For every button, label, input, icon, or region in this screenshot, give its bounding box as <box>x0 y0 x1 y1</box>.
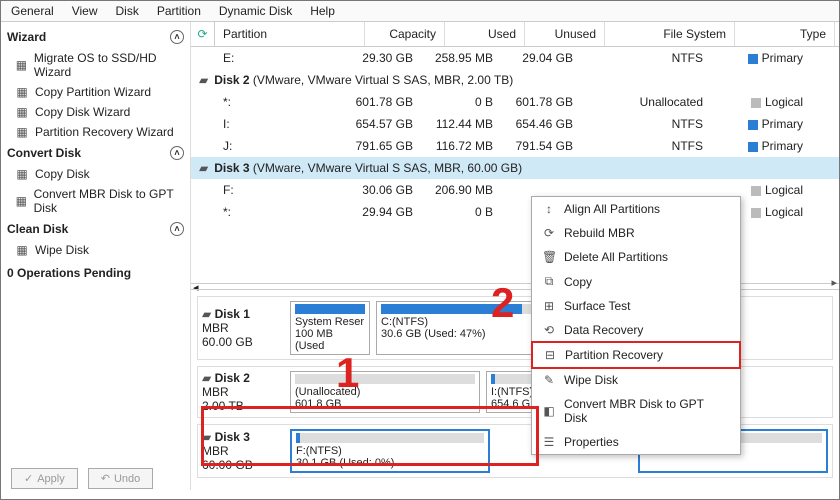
ctx-icon: ⟲ <box>542 323 556 337</box>
col-partition[interactable]: Partition <box>215 22 365 46</box>
partition-box[interactable]: System Reser100 MB (Used <box>290 301 370 355</box>
ctx-surface-test[interactable]: ⊞Surface Test <box>532 294 740 318</box>
type-color-icon <box>751 208 761 218</box>
recovery-icon: ▦ <box>15 125 29 139</box>
ctx-wipe-disk[interactable]: ✎Wipe Disk <box>532 368 740 392</box>
table-row[interactable]: I:654.57 GB112.44 MB654.46 GBNTFSPrimary <box>191 113 839 135</box>
ctx-icon: ⟳ <box>542 226 556 240</box>
convert-icon: ▦ <box>15 194 28 208</box>
sidebar-item[interactable]: ▦Copy Disk <box>7 164 184 184</box>
col-type[interactable]: Type <box>735 22 835 46</box>
disk-header[interactable]: ▰Disk 2 (VMware, VMware Virtual S SAS, M… <box>191 69 839 91</box>
sidebar-item[interactable]: ▦Partition Recovery Wizard <box>7 122 184 142</box>
ctx-rebuild-mbr[interactable]: ⟳Rebuild MBR <box>532 221 740 245</box>
ctx-icon: ☰ <box>542 435 556 449</box>
menu-general[interactable]: General <box>11 4 54 18</box>
migrate-icon: ▦ <box>15 58 28 72</box>
sidebar-item[interactable]: ▦Convert MBR Disk to GPT Disk <box>7 184 184 218</box>
partition-box[interactable]: F:(NTFS)30.1 GB (Used: 0%) <box>290 429 490 473</box>
disk-icon: ▰ <box>202 371 211 385</box>
chevron-up-icon: ˄ <box>170 146 184 160</box>
menubar: General View Disk Partition Dynamic Disk Help <box>1 1 839 22</box>
table-row[interactable]: *:601.78 GB0 B601.78 GBUnallocatedLogica… <box>191 91 839 113</box>
disk-icon: ▰ <box>199 73 208 87</box>
section-clean-disk[interactable]: Clean Disk˄ <box>7 218 184 240</box>
chevron-up-icon: ˄ <box>170 30 184 44</box>
sidebar-item[interactable]: ▦Migrate OS to SSD/HD Wizard <box>7 48 184 82</box>
ctx-icon: ↕ <box>542 202 556 216</box>
col-file-system[interactable]: File System <box>605 22 735 46</box>
ctx-icon: ✎ <box>542 373 556 387</box>
annotation-number-2: 2 <box>491 279 514 327</box>
ctx-properties[interactable]: ☰Properties <box>532 430 740 454</box>
type-color-icon <box>748 120 758 130</box>
type-color-icon <box>748 54 758 64</box>
type-color-icon <box>751 98 761 108</box>
menu-help[interactable]: Help <box>310 4 335 18</box>
menu-dynamic-disk[interactable]: Dynamic Disk <box>219 4 292 18</box>
sidebar-item[interactable]: ▦Copy Disk Wizard <box>7 102 184 122</box>
ctx-icon: ◧ <box>542 404 556 418</box>
refresh-icon[interactable]: ⟳ <box>191 22 215 46</box>
disk-icon: ▰ <box>202 307 211 321</box>
menu-view[interactable]: View <box>72 4 98 18</box>
table-header: PartitionCapacityUsedUnusedFile SystemTy… <box>215 22 839 46</box>
annotation-number-1: 1 <box>336 349 359 397</box>
col-capacity[interactable]: Capacity <box>365 22 445 46</box>
type-color-icon <box>748 142 758 152</box>
wipe-icon: ▦ <box>15 243 29 257</box>
partition-box[interactable]: (Unallocated)601.8 GB <box>290 371 480 413</box>
type-color-icon <box>751 186 761 196</box>
section-wizard[interactable]: Wizard˄ <box>7 26 184 48</box>
table-row[interactable]: E:29.30 GB258.95 MB29.04 GBNTFSPrimary <box>191 47 839 69</box>
ctx-copy[interactable]: ⧉Copy <box>532 269 740 294</box>
ctx-data-recovery[interactable]: ⟲Data Recovery <box>532 318 740 342</box>
undo-icon: ↶ <box>101 472 110 485</box>
disk-icon: ▰ <box>199 161 208 175</box>
context-menu: ↕Align All Partitions⟳Rebuild MBR🗑Delete… <box>531 196 741 455</box>
section-convert-disk[interactable]: Convert Disk˄ <box>7 142 184 164</box>
ctx-partition-recovery[interactable]: ⊟Partition Recovery <box>531 341 741 369</box>
pending-label: 0 Operations Pending <box>7 260 184 280</box>
chevron-up-icon: ˄ <box>170 222 184 236</box>
ctx-delete-all-partitions[interactable]: 🗑Delete All Partitions <box>532 245 740 269</box>
copy-disk-icon: ▦ <box>15 105 29 119</box>
apply-button[interactable]: ✓Apply <box>11 468 78 489</box>
table-row[interactable]: *:29.94 GB0 BLogical <box>191 201 839 223</box>
check-icon: ✓ <box>24 472 33 485</box>
sidebar: Wizard˄▦Migrate OS to SSD/HD Wizard▦Copy… <box>1 22 191 490</box>
sidebar-item[interactable]: ▦Wipe Disk <box>7 240 184 260</box>
ctx-icon: ⊞ <box>542 299 556 313</box>
disk-map: ▰ Disk 1MBR60.00 GBSystem Reser100 MB (U… <box>191 289 839 490</box>
sidebar-item[interactable]: ▦Copy Partition Wizard <box>7 82 184 102</box>
table-row[interactable]: F:30.06 GB206.90 MBLogical <box>191 179 839 201</box>
disk-icon: ▰ <box>202 430 211 444</box>
ctx-icon: 🗑 <box>542 250 556 264</box>
menu-disk[interactable]: Disk <box>116 4 139 18</box>
copy-partition-icon: ▦ <box>15 85 29 99</box>
ctx-convert-mbr-disk-to-gpt-disk[interactable]: ◧Convert MBR Disk to GPT Disk <box>532 392 740 430</box>
menu-partition[interactable]: Partition <box>157 4 201 18</box>
ctx-icon: ⊟ <box>543 348 557 362</box>
ctx-align-all-partitions[interactable]: ↕Align All Partitions <box>532 197 740 221</box>
col-used[interactable]: Used <box>445 22 525 46</box>
ctx-icon: ⧉ <box>542 274 556 289</box>
copy-disk-icon: ▦ <box>15 167 29 181</box>
disk-header[interactable]: ▰Disk 3 (VMware, VMware Virtual S SAS, M… <box>191 157 839 179</box>
partition-table: E:29.30 GB258.95 MB29.04 GBNTFSPrimary▰D… <box>191 47 839 283</box>
table-row[interactable]: J:791.65 GB116.72 MB791.54 GBNTFSPrimary <box>191 135 839 157</box>
col-unused[interactable]: Unused <box>525 22 605 46</box>
undo-button[interactable]: ↶Undo <box>88 468 154 489</box>
